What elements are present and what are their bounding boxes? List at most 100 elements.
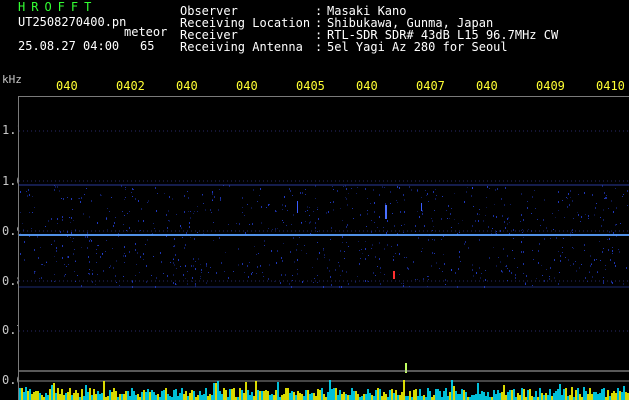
noise-dot — [340, 208, 341, 209]
noise-dot — [496, 231, 497, 232]
noise-dot — [403, 283, 404, 284]
noise-bar — [111, 392, 113, 400]
noise-dot — [192, 277, 193, 279]
noise-dot — [65, 274, 66, 275]
noise-bar — [541, 393, 543, 400]
noise-bar — [231, 389, 233, 400]
noise-dot — [54, 185, 55, 186]
noise-dot — [219, 189, 220, 190]
noise-dot — [153, 223, 154, 224]
noise-bar — [277, 382, 279, 400]
noise-dot — [223, 185, 224, 186]
noise-dot — [459, 256, 460, 258]
noise-dot — [471, 195, 472, 197]
noise-dot — [448, 205, 449, 207]
noise-dot — [494, 204, 495, 205]
noise-bar — [567, 396, 569, 400]
noise-field — [20, 185, 628, 288]
noise-dot — [254, 246, 255, 247]
noise-dot — [503, 248, 504, 250]
noise-dot — [368, 255, 369, 256]
noise-dot — [484, 286, 485, 288]
noise-bar — [67, 392, 69, 400]
noise-bar — [499, 393, 501, 400]
noise-dot — [403, 194, 404, 196]
noise-dot — [451, 227, 452, 228]
noise-dot — [244, 272, 245, 273]
noise-dot — [462, 220, 463, 221]
noise-dot — [479, 209, 480, 210]
noise-dot — [521, 241, 522, 243]
noise-dot — [245, 232, 246, 234]
time-tick-label: 040 — [476, 79, 498, 93]
noise-dot — [206, 282, 207, 284]
noise-bar — [531, 396, 533, 400]
noise-dot — [317, 207, 318, 208]
noise-dot — [573, 263, 574, 265]
noise-bar — [369, 393, 371, 400]
noise-dot — [96, 253, 97, 254]
noise-dot — [193, 265, 194, 267]
noise-bar — [323, 394, 325, 400]
noise-dot — [319, 252, 320, 254]
noise-bar — [381, 396, 383, 400]
noise-dot — [102, 253, 103, 254]
noise-dot — [627, 190, 628, 192]
noise-dot — [507, 223, 508, 225]
noise-bar — [143, 390, 145, 400]
noise-bar — [129, 396, 131, 400]
noise-dot — [365, 248, 366, 250]
noise-bar — [307, 390, 309, 400]
noise-dot — [132, 196, 133, 197]
noise-dot — [92, 281, 93, 283]
noise-dot — [186, 232, 187, 234]
noise-dot — [124, 215, 125, 216]
noise-bar — [577, 388, 579, 400]
noise-dot — [434, 239, 435, 241]
noise-dot — [193, 213, 194, 214]
noise-bar — [273, 395, 275, 400]
noise-dot — [70, 222, 71, 223]
noise-dot — [434, 253, 435, 254]
noise-dot — [194, 238, 195, 240]
noise-bar — [481, 391, 483, 400]
noise-dot — [238, 264, 239, 266]
noise-bar — [125, 391, 127, 400]
noise-bar — [97, 391, 99, 400]
noise-dot — [57, 186, 58, 188]
noise-bar — [179, 393, 181, 400]
noise-dot — [252, 223, 253, 225]
noise-dot — [297, 244, 298, 245]
noise-dot — [314, 278, 315, 279]
noise-dot — [390, 203, 391, 204]
noise-dot — [137, 252, 138, 254]
noise-dot — [185, 278, 186, 279]
noise-dot — [394, 225, 395, 227]
noise-dot — [224, 271, 225, 272]
noise-dot — [622, 196, 623, 197]
noise-dot — [479, 267, 480, 269]
noise-dot — [443, 236, 444, 237]
noise-dot — [293, 237, 294, 239]
noise-dot — [211, 212, 212, 213]
noise-dot — [200, 276, 201, 277]
noise-bar — [427, 388, 429, 400]
noise-dot — [317, 275, 318, 276]
noise-dot — [67, 231, 68, 233]
noise-bar — [287, 388, 289, 400]
noise-dot — [317, 282, 318, 283]
noise-dot — [113, 267, 114, 269]
noise-dot — [397, 244, 398, 246]
noise-dot — [465, 241, 466, 243]
noise-dot — [602, 185, 603, 187]
noise-dot — [324, 254, 325, 256]
noise-dot — [602, 251, 603, 253]
noise-bar — [145, 392, 147, 400]
noise-dot — [167, 227, 168, 229]
noise-dot — [330, 276, 331, 278]
noise-dot — [455, 272, 456, 274]
noise-dot — [397, 186, 398, 188]
noise-bar — [613, 391, 615, 400]
noise-dot — [367, 213, 368, 215]
noise-dot — [301, 250, 302, 251]
